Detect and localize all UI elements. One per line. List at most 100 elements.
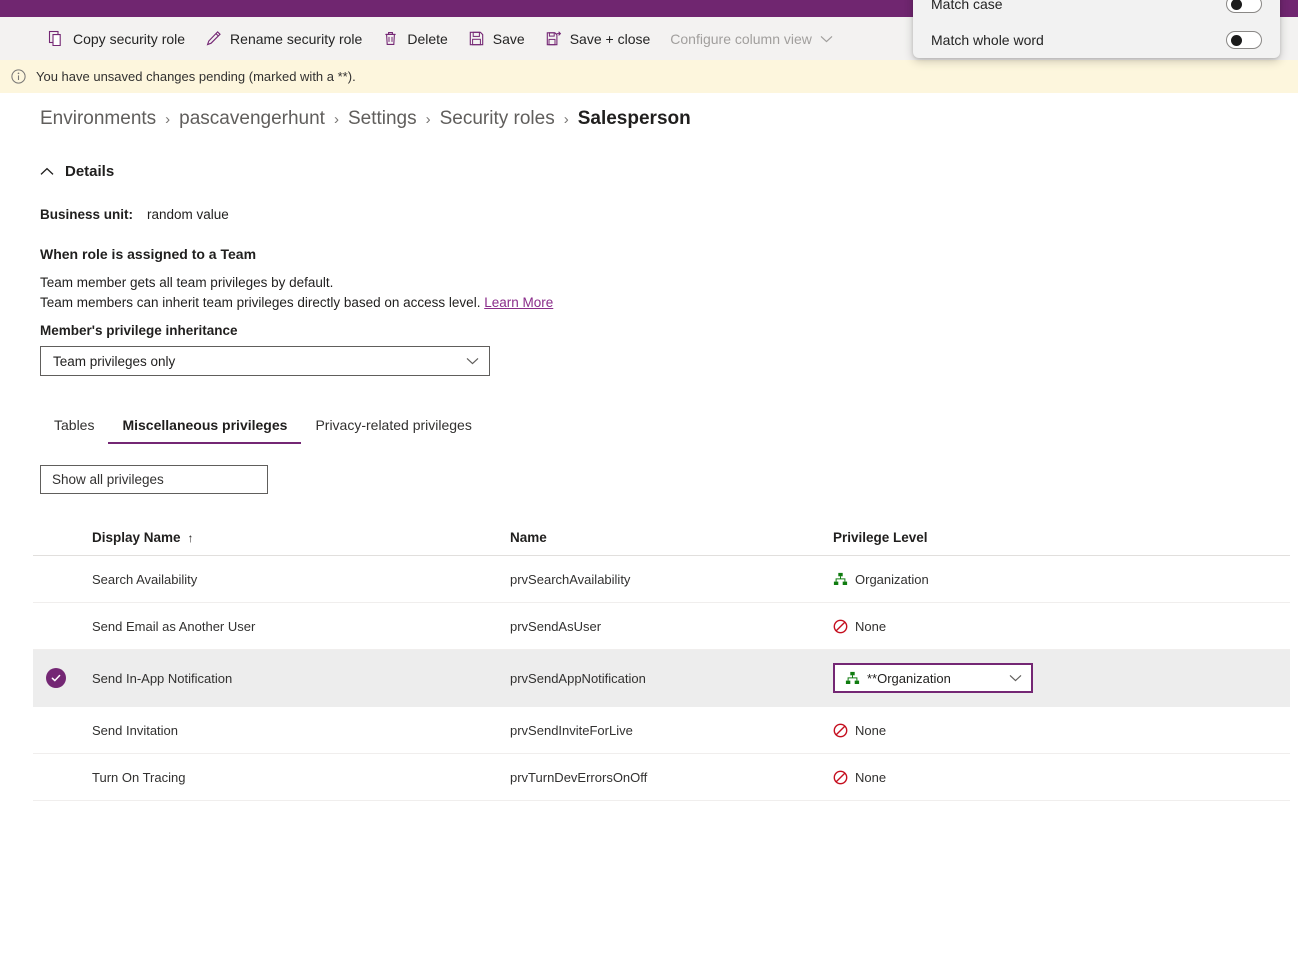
rename-security-role-button[interactable]: Rename security role — [195, 23, 372, 55]
breadcrumb-separator: › — [426, 111, 431, 128]
row-display-name: Send Invitation — [92, 723, 510, 738]
save-icon — [468, 30, 485, 47]
team-description-line-2: Team members can inherit team privileges… — [40, 295, 553, 310]
match-case-toggle[interactable] — [1226, 0, 1262, 13]
tab-miscellaneous-privileges[interactable]: Miscellaneous privileges — [108, 414, 301, 444]
save-button[interactable]: Save — [458, 23, 535, 55]
configure-column-view-label: Configure column view — [670, 31, 812, 47]
copy-security-role-label: Copy security role — [73, 31, 185, 47]
match-whole-word-label: Match whole word — [931, 32, 1044, 48]
privilege-inheritance-label: Member's privilege inheritance — [40, 323, 238, 338]
privilege-filter-value: Show all privileges — [52, 472, 164, 487]
breadcrumb-item-settings[interactable]: Settings — [348, 108, 417, 130]
row-display-name: Send Email as Another User — [92, 619, 510, 634]
tab-tables[interactable]: Tables — [40, 414, 108, 442]
table-row[interactable]: Send Invitation prvSendInviteForLive Non… — [33, 707, 1290, 754]
breadcrumb-separator: › — [334, 111, 339, 128]
privilege-filter-dropdown[interactable]: Show all privileges — [40, 465, 268, 494]
tab-privacy-related-privileges[interactable]: Privacy-related privileges — [301, 414, 485, 442]
table-row[interactable]: Send In-App Notification prvSendAppNotif… — [33, 650, 1290, 707]
row-privilege-level-text: None — [855, 723, 886, 738]
row-display-name: Send In-App Notification — [92, 671, 510, 686]
grid-header-privilege-level-label: Privilege Level — [833, 530, 928, 545]
grid-header-display-name-label: Display Name — [92, 530, 181, 545]
privileges-grid: Display Name ↑ Name Privilege Level Sear… — [0, 520, 1298, 801]
trash-icon — [382, 30, 399, 47]
sort-ascending-icon: ↑ — [188, 531, 194, 545]
row-selected-check-icon[interactable] — [46, 668, 66, 688]
breadcrumb-item-security-roles[interactable]: Security roles — [440, 108, 555, 130]
privilege-inheritance-select[interactable]: Team privileges only — [40, 346, 490, 376]
breadcrumb-current-page: Salesperson — [578, 108, 691, 130]
grid-header-name-label: Name — [510, 530, 547, 545]
row-display-name: Search Availability — [92, 572, 510, 587]
privilege-level-dropdown[interactable]: **Organization — [833, 663, 1033, 693]
business-unit-value: random value — [147, 207, 229, 222]
checkmark-icon — [50, 672, 62, 684]
save-label: Save — [493, 31, 525, 47]
chevron-down-icon — [466, 357, 479, 365]
business-unit-field: Business unit: random value — [40, 207, 229, 222]
save-close-icon — [545, 30, 562, 47]
row-privilege-level-text: Organization — [855, 572, 929, 587]
breadcrumb-item-environment-name[interactable]: pascavengerhunt — [179, 108, 325, 130]
row-name: prvTurnDevErrorsOnOff — [510, 770, 833, 785]
row-name: prvSendAsUser — [510, 619, 833, 634]
unsaved-changes-message-bar: You have unsaved changes pending (marked… — [0, 60, 1298, 93]
details-section-title: Details — [65, 163, 114, 180]
copy-icon — [48, 30, 65, 47]
copy-security-role-button[interactable]: Copy security role — [38, 23, 195, 55]
match-case-label: Match case — [931, 0, 1003, 12]
chevron-down-icon — [820, 35, 833, 43]
row-privilege-level[interactable]: None — [833, 619, 1290, 634]
table-row[interactable]: Turn On Tracing prvTurnDevErrorsOnOff No… — [33, 754, 1290, 801]
privilege-level-dropdown-value: **Organization — [867, 671, 1002, 686]
row-privilege-level-text: None — [855, 619, 886, 634]
delete-button[interactable]: Delete — [372, 23, 457, 55]
table-row[interactable]: Unlink Transcript from Dynamics 365 reco… — [33, 800, 1290, 813]
learn-more-link[interactable]: Learn More — [484, 295, 553, 310]
row-privilege-level[interactable]: Organization — [833, 572, 1290, 587]
match-whole-word-toggle[interactable] — [1226, 31, 1262, 49]
row-privilege-level[interactable]: None — [833, 770, 1290, 785]
table-row[interactable]: Send Email as Another User prvSendAsUser… — [33, 603, 1290, 650]
business-unit-label: Business unit: — [40, 207, 133, 222]
grid-header-row: Display Name ↑ Name Privilege Level — [33, 520, 1290, 556]
delete-label: Delete — [407, 31, 447, 47]
grid-header-privilege-level[interactable]: Privilege Level — [833, 530, 1290, 545]
grid-header-name[interactable]: Name — [510, 530, 833, 545]
toggle-knob — [1231, 35, 1242, 46]
breadcrumb-item-environments[interactable]: Environments — [40, 108, 156, 130]
privilege-inheritance-value: Team privileges only — [53, 354, 175, 369]
details-section-toggle[interactable]: Details — [40, 163, 114, 180]
row-privilege-level-text: None — [855, 770, 886, 785]
none-icon — [833, 619, 848, 634]
team-description-line-1: Team member gets all team privileges by … — [40, 275, 333, 290]
team-assignment-heading: When role is assigned to a Team — [40, 246, 256, 262]
team-description-text: Team members can inherit team privileges… — [40, 295, 480, 310]
organization-icon — [833, 572, 848, 587]
match-case-row: Match case — [931, 0, 1262, 22]
row-select-cell[interactable] — [33, 668, 92, 688]
partially-visible-row-clip: Unlink Transcript from Dynamics 365 reco… — [0, 800, 1298, 813]
row-name: prvSendInviteForLive — [510, 723, 833, 738]
grid-header-display-name[interactable]: Display Name ↑ — [92, 530, 510, 545]
pencil-icon — [205, 30, 222, 47]
table-row[interactable]: Search Availability prvSearchAvailabilit… — [33, 556, 1290, 603]
chevron-up-icon — [40, 167, 54, 176]
match-whole-word-row: Match whole word — [931, 22, 1262, 58]
breadcrumb-separator: › — [564, 111, 569, 128]
toggle-knob — [1231, 0, 1242, 10]
configure-column-view-button[interactable]: Configure column view — [660, 23, 843, 55]
save-and-close-button[interactable]: Save + close — [535, 23, 661, 55]
row-privilege-level[interactable]: None — [833, 723, 1290, 738]
breadcrumb-separator: › — [165, 111, 170, 128]
info-icon — [10, 68, 27, 85]
chevron-down-icon — [1009, 674, 1022, 682]
row-name: prvSendAppNotification — [510, 671, 833, 686]
row-privilege-level: **Organization — [833, 663, 1290, 693]
row-name: prvSearchAvailability — [510, 572, 833, 587]
search-options-flyout: Match case Match whole word — [913, 0, 1280, 58]
unsaved-changes-message-text: You have unsaved changes pending (marked… — [36, 69, 356, 84]
organization-icon — [845, 671, 860, 686]
